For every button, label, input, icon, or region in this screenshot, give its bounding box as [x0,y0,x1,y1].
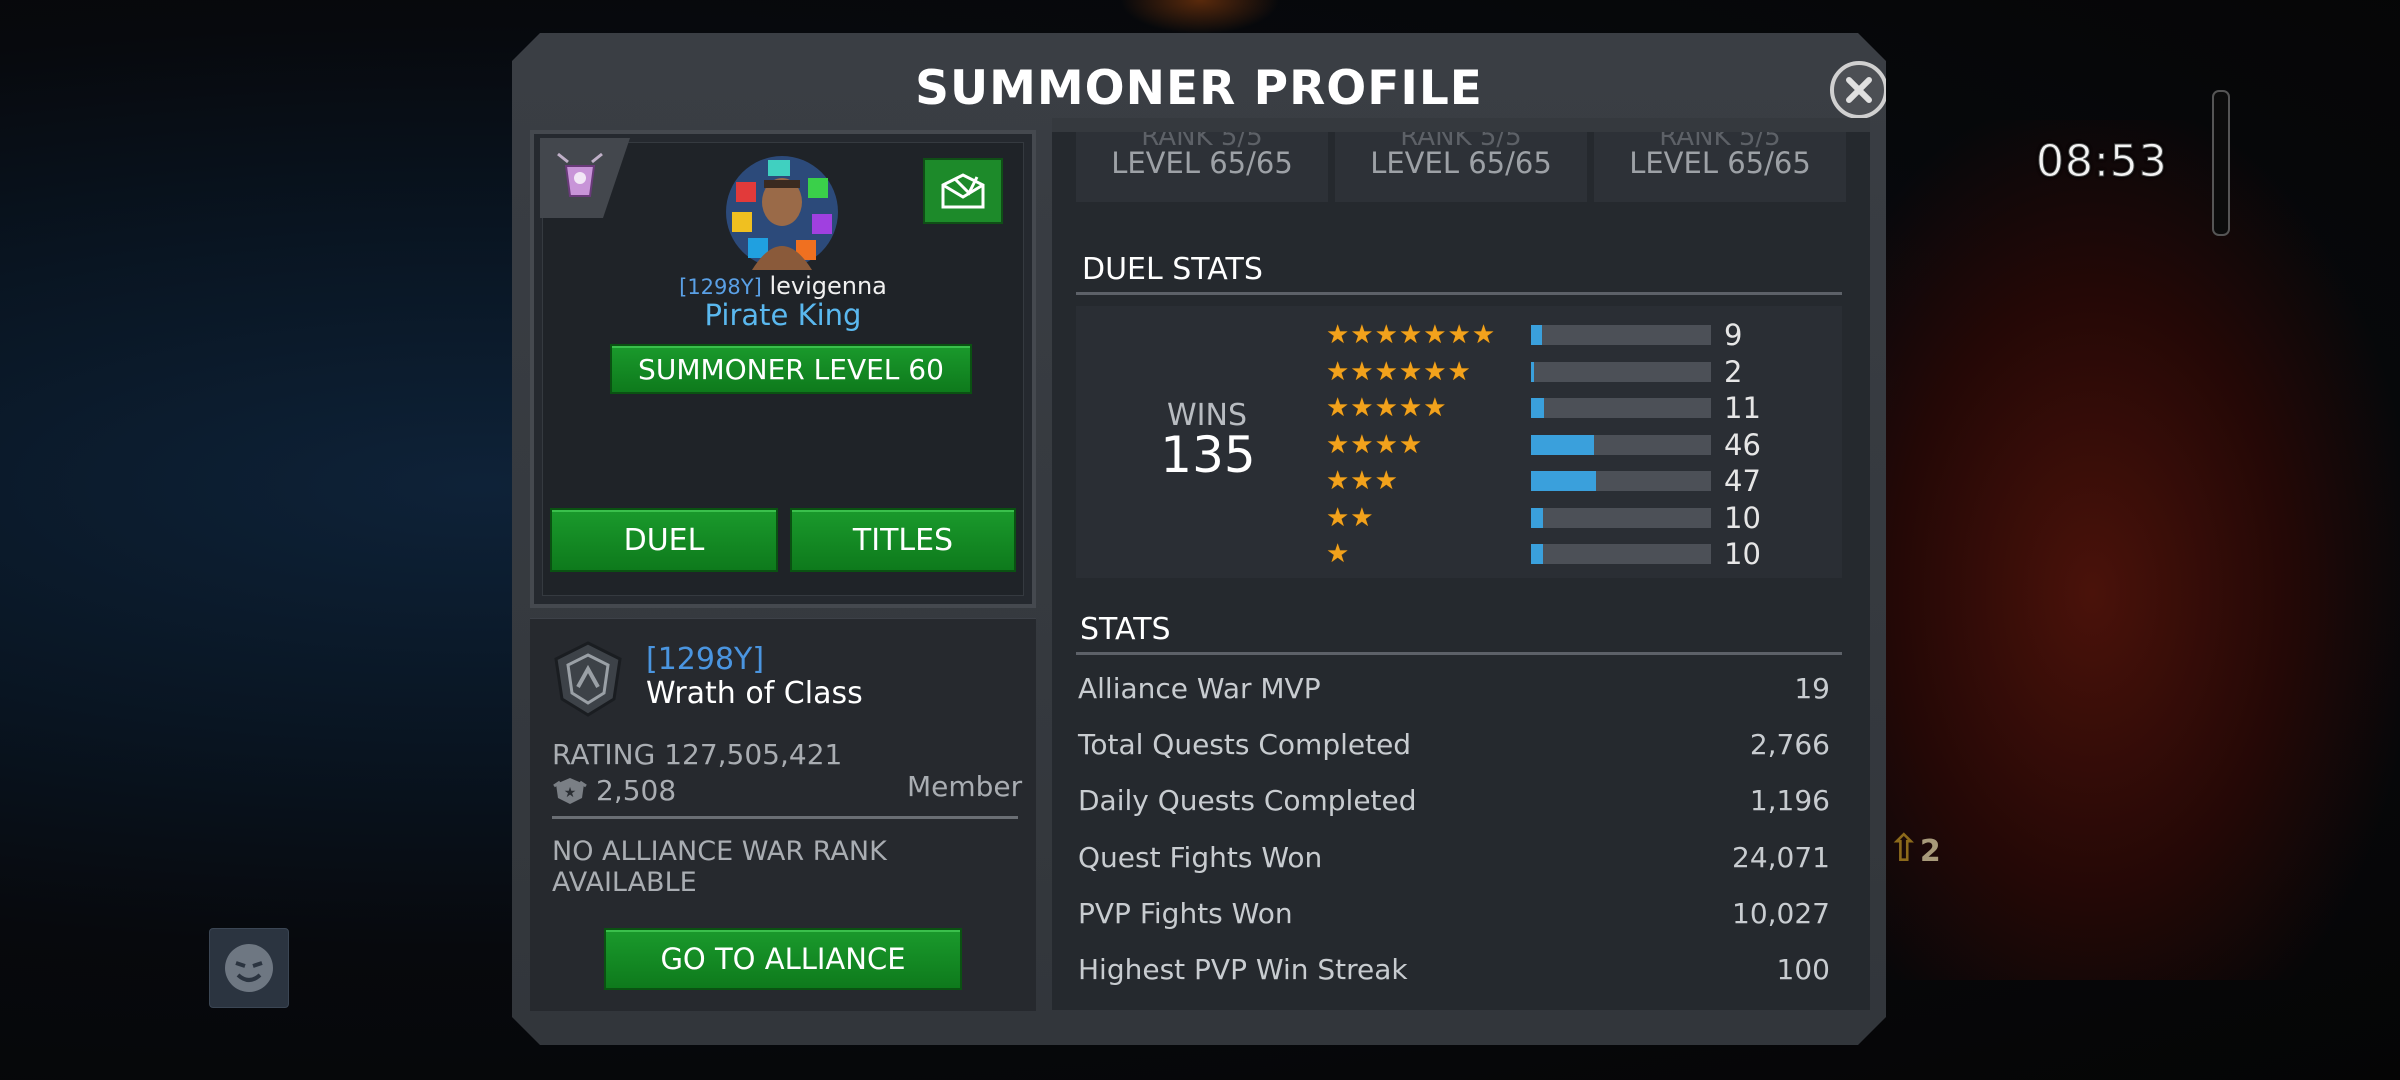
win-bar-fill [1531,398,1544,418]
star-rating-icon: ★★★★★★ [1326,356,1472,387]
stat-label: Daily Quests Completed [1078,784,1417,818]
close-icon [1844,75,1874,105]
stat-value: 100 [1776,953,1830,986]
stat-label: Total Quests Completed [1078,728,1412,762]
divider [552,816,1018,819]
win-bar-fill [1531,361,1534,382]
scroll-mask [1052,118,1870,132]
stat-value: 1,196 [1749,784,1830,818]
scrollbar[interactable] [2212,90,2230,236]
wins-value: 135 [1160,426,1256,484]
chat-face-button[interactable] [209,928,289,1008]
win-bar [1531,471,1711,491]
win-count: 10 [1724,500,1761,535]
mail-button[interactable] [923,158,1003,224]
champion-level: LEVEL 65/65 [1629,146,1811,180]
star-rating-icon: ★★★★★★★ [1326,320,1497,350]
champion-level: LEVEL 65/65 [1111,146,1293,180]
win-count: 9 [1724,318,1743,352]
win-bar [1531,325,1711,345]
stat-label: Highest PVP Win Streak [1078,953,1408,986]
alliance-trophies: 2,508 [596,774,677,807]
star-rating-icon: ★★ [1326,502,1375,533]
stat-row: Highest PVP Win Streak 100 [1078,947,1830,991]
champion-level: LEVEL 65/65 [1370,146,1552,180]
floating-badge-value: 2 [1919,834,1941,869]
champion-slot-3[interactable]: RANK 5/5 LEVEL 65/65 [1594,122,1846,202]
win-count: 10 [1724,537,1761,571]
stat-row: Daily Quests Completed 1,196 [1078,778,1830,822]
summoner-level-button[interactable]: SUMMONER LEVEL 60 [610,344,972,394]
stats-divider [1076,652,1842,655]
champion-slot-1[interactable]: RANK 5/5 LEVEL 65/65 [1076,122,1328,202]
stat-label: Alliance War MVP [1078,672,1321,705]
stat-value: 24,071 [1732,840,1830,874]
stats-header: STATS [1080,612,1171,647]
stat-row: Alliance War MVP 19 [1078,666,1830,710]
top-emblem-glow [1120,0,1280,34]
stat-label: Quest Fights Won [1078,840,1323,874]
alliance-name: Wrath of Class [646,676,863,711]
face-icon [225,944,273,992]
win-bar-fill [1531,434,1594,455]
player-name: levigenna [769,272,887,300]
win-bar [1531,361,1711,382]
alliance-war-rank: NO ALLIANCE WAR RANK AVAILABLE [552,836,887,898]
stat-value: 10,027 [1732,896,1830,930]
stat-row: PVP Fights Won 10,027 [1078,891,1830,935]
star-rating-icon: ★ [1326,539,1351,569]
win-bar-fill [1531,325,1542,345]
trophy-shield-icon: ★ [553,777,587,804]
modal-title: SUMMONER PROFILE [915,61,1483,116]
star-rating-icon: ★★★★★ [1326,393,1448,423]
alliance-shield-icon [552,641,624,717]
player-title: Pirate King [704,298,862,332]
stat-value: 2,766 [1749,728,1830,762]
star-rating-icon: ★★★★ [1326,429,1424,460]
go-to-alliance-button[interactable]: GO TO ALLIANCE [604,928,962,990]
clock: 08:53 [2036,136,2168,188]
alliance-rating: RATING 127,505,421 [552,738,843,771]
champion-slot-2[interactable]: RANK 5/5 LEVEL 65/65 [1335,122,1587,202]
win-bar [1531,434,1711,455]
avatar-portrait-icon [726,156,838,270]
win-bar-fill [1531,507,1543,528]
player-alliance-tag: [1298Y] [679,275,762,299]
duel-stats-header: DUEL STATS [1082,252,1263,287]
star-rating-icon: ★★★ [1326,466,1399,496]
win-bar [1531,544,1711,564]
stat-row: Total Quests Completed 2,766 [1078,722,1830,766]
win-count: 47 [1724,464,1761,498]
alliance-role: Member [907,770,1023,803]
duel-button[interactable]: DUEL [550,508,778,572]
stat-label: PVP Fights Won [1078,896,1293,930]
win-count: 11 [1724,391,1761,425]
titles-button[interactable]: TITLES [790,508,1016,572]
svg-text:★: ★ [564,785,577,801]
win-bar-fill [1531,544,1543,564]
mystic-class-icon [557,152,603,197]
win-bar-fill [1531,471,1596,491]
stat-value: 19 [1794,672,1830,705]
close-button[interactable] [1830,61,1888,119]
win-count: 2 [1724,354,1743,389]
alliance-tag: [1298Y] [646,642,765,677]
win-count: 46 [1724,427,1761,462]
mail-icon [941,173,985,209]
avatar[interactable] [718,152,846,270]
trophy-row: ★ 2,508 [552,774,676,807]
player-name-line: [1298Y] levigenna [530,272,1036,300]
duel-stats-divider [1076,292,1842,295]
win-bar [1531,398,1711,418]
arrow-up-icon: ⇧2 [1888,826,1941,870]
stat-row: Quest Fights Won 24,071 [1078,835,1830,879]
win-bar [1531,507,1711,528]
